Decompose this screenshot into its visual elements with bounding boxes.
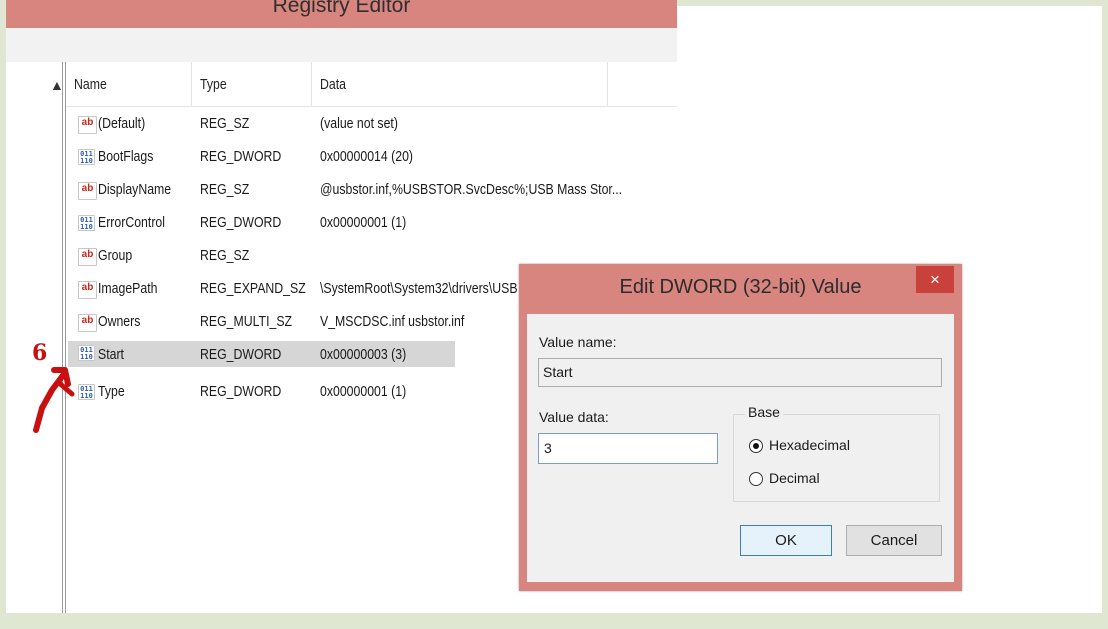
hexadecimal-radio[interactable] — [749, 439, 763, 453]
table-row[interactable]: ab (Default) REG_SZ (value not set) — [66, 112, 677, 138]
key-tree-pane[interactable]: ▲ — [6, 62, 64, 613]
decimal-radio[interactable] — [749, 472, 763, 486]
hexadecimal-label[interactable]: Hexadecimal — [769, 437, 850, 453]
row-data: 0x00000014 (20) — [320, 148, 414, 165]
base-group — [733, 414, 940, 502]
table-row[interactable]: ab DisplayName REG_SZ @usbstor.inf,%USBS… — [66, 178, 677, 204]
string-value-icon: ab — [78, 116, 97, 134]
row-type: REG_DWORD — [200, 214, 282, 231]
outer-frame-right — [1102, 0, 1108, 629]
value-data-label: Value data: — [539, 409, 609, 425]
binary-value-icon: 011 110 — [78, 149, 95, 165]
row-type: REG_DWORD — [200, 148, 282, 165]
row-type: REG_SZ — [200, 181, 250, 198]
row-name: ImagePath — [98, 280, 158, 297]
table-row[interactable]: 011 110 BootFlags REG_DWORD 0x00000014 (… — [66, 145, 677, 171]
dialog-title: Edit DWORD (32-bit) Value — [619, 276, 862, 298]
row-data: V_MSCDSC.inf usbstor.inf — [320, 313, 465, 330]
row-type: REG_DWORD — [200, 383, 282, 400]
ok-button[interactable]: OK — [740, 525, 832, 556]
binary-value-icon: 011 110 — [78, 384, 95, 400]
column-header-name[interactable]: Name — [66, 62, 192, 106]
outer-frame-bottom — [0, 613, 1108, 629]
row-type: REG_EXPAND_SZ — [200, 280, 306, 297]
row-data: (value not set) — [320, 115, 398, 132]
column-header-type[interactable]: Type — [192, 62, 312, 106]
row-type: REG_MULTI_SZ — [200, 313, 293, 330]
row-name: ErrorControl — [98, 214, 165, 231]
annotation-arrow-icon — [33, 367, 75, 433]
string-value-icon: ab — [78, 281, 97, 299]
row-name: DisplayName — [98, 181, 172, 198]
column-header-name-label: Name — [74, 76, 107, 93]
registry-titlebar[interactable]: Registry Editor — [6, 0, 677, 28]
table-row[interactable]: 011 110 ErrorControl REG_DWORD 0x0000000… — [66, 211, 677, 237]
row-data: 0x00000001 (1) — [320, 383, 407, 400]
string-value-icon: ab — [78, 248, 97, 266]
table-row-selected[interactable]: 011 110 Start REG_DWORD 0x00000003 (3) — [68, 341, 455, 367]
row-data: 0x00000003 (3) — [320, 346, 407, 363]
value-name-field: Start — [538, 358, 942, 387]
row-name: Group — [98, 247, 133, 264]
row-type: REG_SZ — [200, 115, 250, 132]
column-header-data[interactable]: Data — [312, 62, 608, 106]
string-value-icon: ab — [78, 182, 97, 200]
string-value-icon: ab — [78, 314, 97, 332]
edit-dword-dialog: Edit DWORD (32-bit) Value × Value name: … — [519, 264, 962, 591]
registry-menubar — [6, 28, 677, 62]
row-data: \SystemRoot\System32\drivers\USB — [320, 280, 518, 297]
row-type: REG_DWORD — [200, 346, 282, 363]
binary-value-icon: 011 110 — [78, 215, 95, 231]
row-name: Owners — [98, 313, 141, 330]
value-name-label: Value name: — [539, 334, 617, 350]
binary-value-icon: 011 110 — [78, 345, 95, 361]
close-button[interactable]: × — [916, 266, 954, 293]
decimal-label[interactable]: Decimal — [769, 470, 820, 486]
window-title: Registry Editor — [272, 0, 411, 17]
base-label: Base — [745, 404, 783, 420]
header-divider — [66, 106, 677, 107]
row-type: REG_SZ — [200, 247, 250, 264]
row-name: (Default) — [98, 115, 146, 132]
cancel-button[interactable]: Cancel — [846, 525, 942, 556]
dialog-content: Value name: Start Value data: 3 Base Hex… — [527, 314, 954, 582]
row-name: Type — [98, 383, 125, 400]
column-header-data-label: Data — [320, 76, 346, 93]
value-data-input[interactable]: 3 — [538, 433, 718, 464]
row-data: 0x00000001 (1) — [320, 214, 407, 231]
row-name: Start — [98, 346, 124, 363]
column-header-type-label: Type — [200, 76, 227, 93]
row-name: BootFlags — [98, 148, 154, 165]
row-data: @usbstor.inf,%USBSTOR.SvcDesc%;USB Mass … — [320, 181, 623, 198]
